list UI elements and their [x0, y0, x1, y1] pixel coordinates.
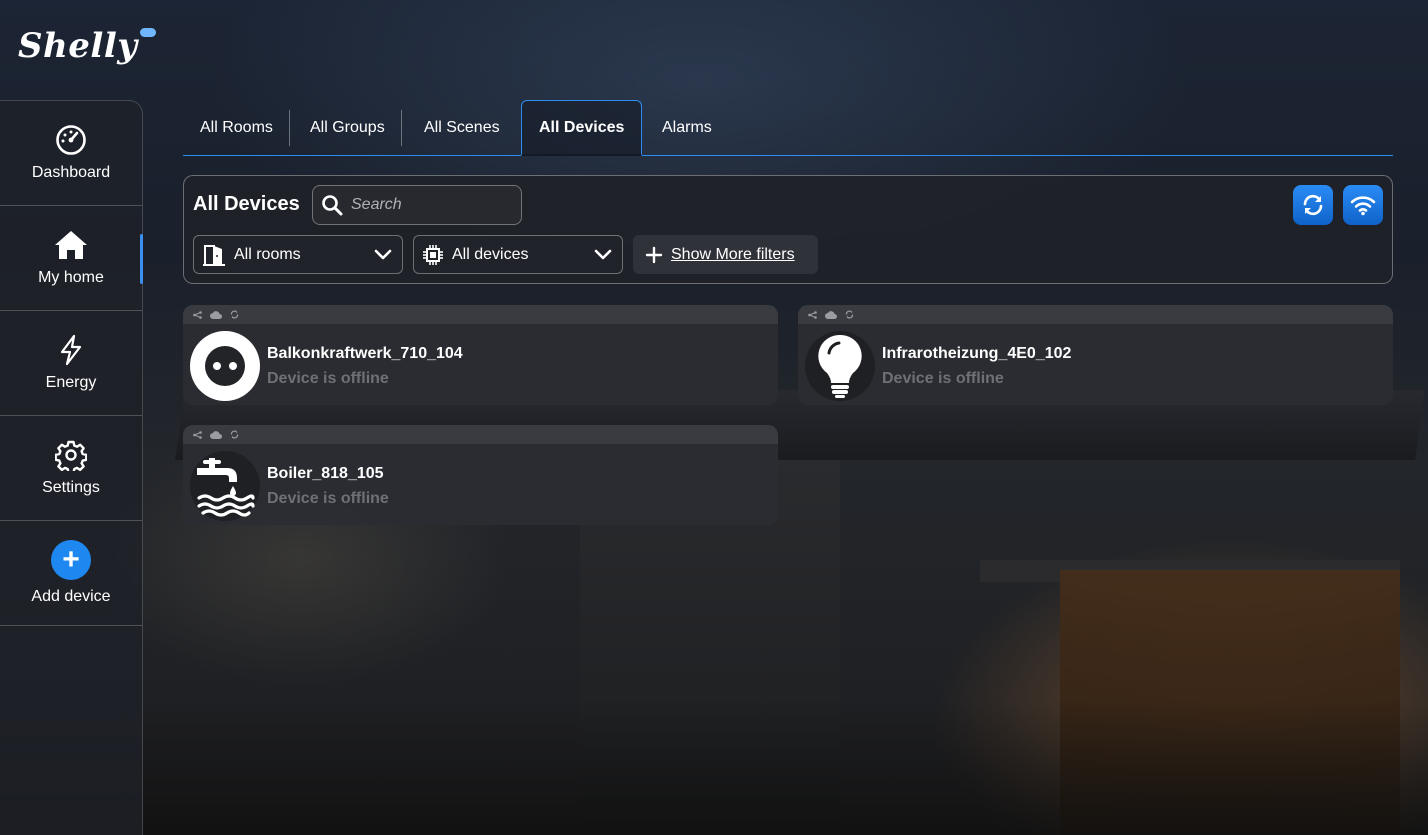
wifi-button[interactable] [1343, 185, 1383, 225]
plus-icon: + [51, 540, 91, 580]
tab-label: All Groups [310, 118, 385, 136]
door-icon [203, 244, 225, 266]
tab-label: All Rooms [200, 118, 273, 136]
search-input[interactable] [351, 196, 511, 214]
device-name: Balkonkraftwerk_710_104 [267, 345, 463, 362]
refresh-button[interactable] [1293, 185, 1333, 225]
filter-panel: All Devices All rooms [183, 175, 1393, 284]
cloud-icon [825, 310, 837, 319]
light-bulb-icon [805, 331, 875, 401]
tab-all-scenes[interactable]: All Scenes [407, 100, 517, 155]
sidebar-item-label: My home [38, 269, 104, 286]
sidebar-item-dashboard[interactable]: Dashboard [0, 101, 142, 206]
dashboard-gauge-icon [56, 125, 86, 155]
sidebar-item-label: Energy [45, 374, 97, 391]
sidebar-item-add-device[interactable]: + Add device [0, 521, 142, 626]
home-icon [55, 231, 87, 259]
chevron-down-icon [374, 249, 392, 259]
device-name: Boiler_818_105 [267, 465, 384, 482]
page-title: All Devices [193, 193, 300, 215]
share-icon [193, 430, 202, 439]
sidebar-item-settings[interactable]: Settings [0, 416, 142, 521]
device-name: Infrarotheizung_4E0_102 [882, 345, 1072, 362]
cloud-icon [210, 430, 222, 439]
gear-icon [55, 440, 87, 471]
sidebar-item-my-home[interactable]: My home [0, 206, 143, 311]
sync-icon [845, 310, 854, 319]
water-faucet-icon [190, 451, 260, 521]
show-more-filters-label: Show More filters [671, 245, 795, 263]
tab-all-devices[interactable]: All Devices [521, 100, 643, 156]
device-card-status-strip [183, 425, 778, 444]
wifi-icon [1350, 196, 1376, 216]
tab-bar: All Rooms All Groups All Scenes All Devi… [183, 100, 1393, 156]
shelly-logo: Shelly [18, 26, 156, 66]
share-icon [193, 310, 202, 319]
refresh-icon [1303, 194, 1323, 216]
sync-icon [230, 310, 239, 319]
device-card[interactable]: Infrarotheizung_4E0_102 Device is offlin… [798, 305, 1393, 405]
devices-dropdown-value: All devices [452, 245, 529, 263]
cloud-icon [210, 310, 222, 319]
sidebar-item-label: Dashboard [31, 164, 111, 181]
cloud-icon [140, 28, 156, 37]
device-status: Device is offline [267, 490, 389, 507]
plus-icon [645, 246, 663, 263]
rooms-dropdown[interactable]: All rooms [193, 235, 403, 274]
lightning-icon [60, 334, 82, 366]
devices-dropdown[interactable]: All devices [413, 235, 623, 274]
power-socket-icon [190, 331, 260, 401]
tab-label: All Devices [539, 118, 625, 136]
rooms-dropdown-value: All rooms [234, 245, 301, 263]
tab-all-groups[interactable]: All Groups [293, 100, 402, 155]
tab-label: Alarms [662, 118, 712, 136]
device-status: Device is offline [267, 370, 389, 387]
search-box[interactable] [312, 185, 522, 225]
sync-icon [230, 430, 239, 439]
device-card-status-strip [798, 305, 1393, 324]
sidebar: Dashboard My home Energy Settings + Add … [0, 100, 143, 835]
tab-alarms[interactable]: Alarms [645, 100, 729, 155]
device-status: Device is offline [882, 370, 1004, 387]
chevron-down-icon [594, 249, 612, 259]
device-card[interactable]: Boiler_818_105 Device is offline [183, 425, 778, 525]
logo-text: Shelly [18, 26, 138, 66]
device-card[interactable]: Balkonkraftwerk_710_104 Device is offlin… [183, 305, 778, 405]
show-more-filters-button[interactable]: Show More filters [633, 235, 818, 274]
sidebar-item-energy[interactable]: Energy [0, 311, 142, 416]
tab-all-rooms[interactable]: All Rooms [183, 100, 290, 155]
share-icon [808, 310, 817, 319]
sidebar-item-label: Add device [31, 588, 111, 605]
device-card-status-strip [183, 305, 778, 324]
sidebar-item-label: Settings [42, 479, 100, 496]
tab-label: All Scenes [424, 118, 500, 136]
chip-icon [423, 244, 443, 265]
search-icon [322, 195, 343, 216]
